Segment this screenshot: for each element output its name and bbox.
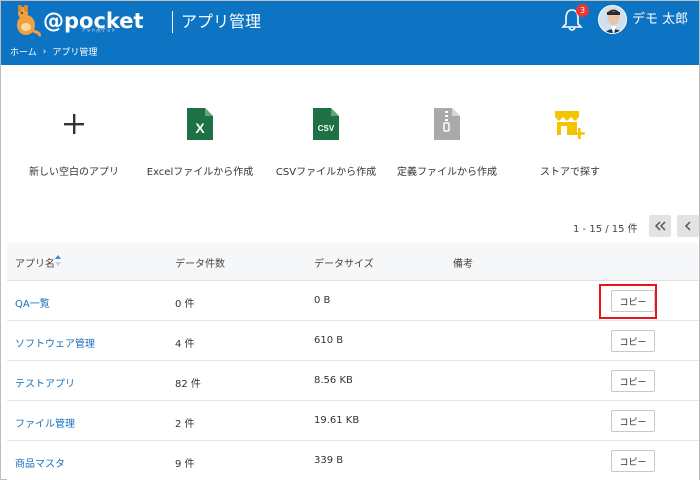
data-count: 9 件 [175,459,195,470]
table-row: QA一覧 0 件 0 B コピー [7,281,699,321]
tile-store[interactable]: ストアで探す [515,97,625,187]
excel-file-icon: X [173,97,227,151]
table-row: ソフトウェア管理 4 件 610 B コピー [7,321,699,361]
svg-text:CSV: CSV [318,124,335,133]
tile-definition-import[interactable]: 定義ファイルから作成 [392,97,502,187]
app-header: @pocket アットポケット アプリ管理 ホーム › アプリ管理 3 デモ 太… [1,1,699,65]
data-count: 0 件 [175,299,195,310]
breadcrumb: ホーム › アプリ管理 [10,45,98,59]
data-size: 610 B [314,335,344,346]
pager-count: 1 - 15 / 15 件 [573,224,638,235]
data-size: 339 B [314,455,344,466]
kangaroo-logo-icon [17,5,41,37]
column-header-data-count: データ件数 [175,259,225,270]
csv-file-icon: CSV [299,97,353,151]
tile-csv-import[interactable]: CSV CSVファイルから作成 [271,97,381,187]
table-header: アプリ名 データ件数 データサイズ 備考 [7,243,699,281]
page-title: アプリ管理 [181,12,262,31]
user-photo-icon [599,6,626,33]
tile-label: CSVファイルから作成 [275,167,377,178]
copy-button[interactable]: コピー [611,450,655,472]
breadcrumb-home[interactable]: ホーム [10,45,37,58]
tile-label: Excelファイルから作成 [146,167,254,178]
app-name-link[interactable]: QA一覧 [15,295,50,310]
logo[interactable]: @pocket [11,5,144,37]
sort-icon[interactable] [54,253,62,267]
data-size: 8.56 KB [314,375,353,386]
logo-subtext: アットポケット [81,28,117,34]
column-header-data-size: データサイズ [314,259,374,270]
copy-button[interactable]: コピー [611,290,655,312]
svg-text:X: X [195,120,205,136]
copy-button[interactable]: コピー [611,410,655,432]
data-size: 19.61 KB [314,415,360,426]
breadcrumb-separator: › [42,46,47,57]
double-chevron-left-icon [654,221,666,231]
breadcrumb-current: アプリ管理 [52,48,98,58]
tile-new-blank-app[interactable]: 新しい空白のアプリ [19,97,129,187]
chevron-left-icon [684,221,691,231]
store-icon [543,97,597,151]
app-name-link[interactable]: ソフトウェア管理 [15,335,95,350]
tile-label: 定義ファイルから作成 [397,167,497,178]
title-divider [172,11,173,33]
zip-file-icon [420,97,474,151]
column-header-note: 備考 [453,259,473,270]
notification-badge: 3 [576,4,589,17]
data-size: 0 B [314,295,331,306]
create-app-tiles: 新しい空白のアプリ X Excelファイルから作成 CSV CSVファイルから作… [1,97,699,187]
tile-label: ストアで探す [540,167,600,178]
plus-icon [47,97,101,151]
app-name-link[interactable]: 商品マスタ [15,455,65,470]
table-row: ファイル管理 2 件 19.61 KB コピー [7,401,699,441]
avatar[interactable] [598,5,627,34]
data-count: 4 件 [175,339,195,350]
user-name[interactable]: デモ 太郎 [632,11,688,29]
pager-first-button[interactable] [649,215,671,237]
data-count: 2 件 [175,419,195,430]
app-name-link[interactable]: ファイル管理 [15,415,75,430]
copy-button[interactable]: コピー [611,370,655,392]
tile-label: 新しい空白のアプリ [29,167,119,178]
copy-button[interactable]: コピー [611,330,655,352]
app-name-link[interactable]: テストアプリ [15,375,75,390]
pager-prev-button[interactable] [677,215,699,237]
column-header-app-name[interactable]: アプリ名 [15,255,55,270]
data-count: 82 件 [175,379,201,390]
table-row: テストアプリ 82 件 8.56 KB コピー [7,361,699,401]
table-row: 商品マスタ 9 件 339 B コピー [7,441,699,480]
tile-excel-import[interactable]: X Excelファイルから作成 [145,97,255,187]
